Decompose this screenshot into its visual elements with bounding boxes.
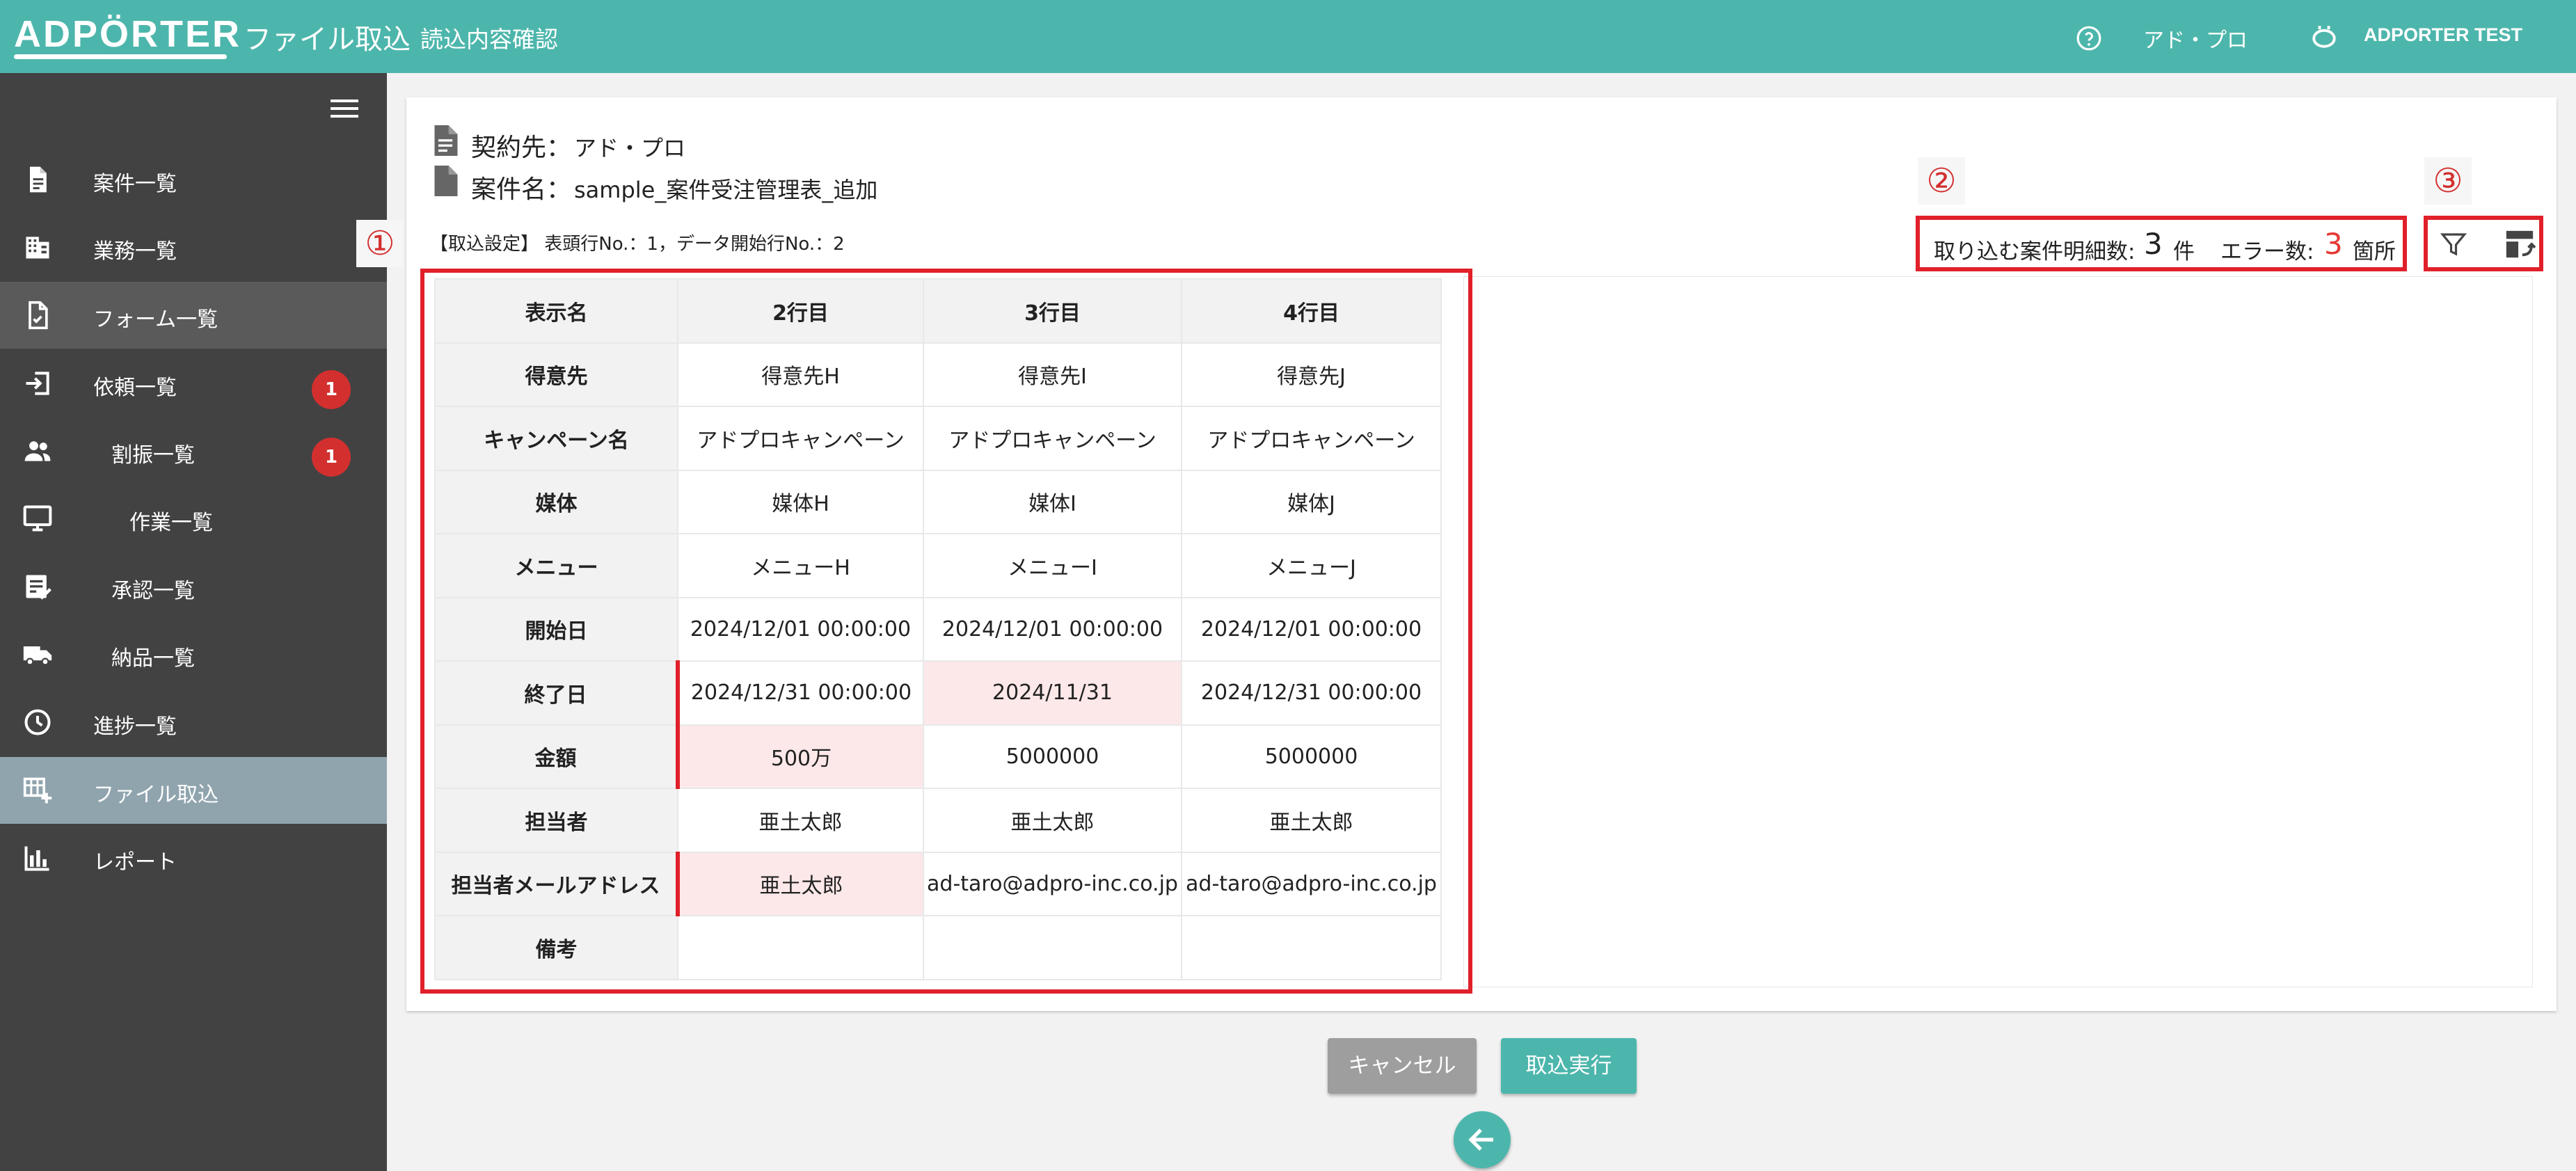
annotation-marker-3: ③	[2424, 157, 2472, 205]
sidebar-item-label: レポート	[93, 850, 177, 875]
arrow-left-icon	[1468, 1129, 1493, 1151]
sidebar-item-requests[interactable]: 依頼一覧 1	[0, 350, 387, 417]
cancel-button[interactable]: キャンセル	[1328, 1038, 1477, 1094]
table-background	[1463, 276, 2533, 987]
table-tools	[2424, 216, 2543, 271]
app-logo[interactable]: ADPÖRTER	[14, 13, 241, 56]
building-icon	[26, 237, 49, 259]
sidebar-item-projects[interactable]: 案件一覧	[0, 146, 387, 213]
clock-icon	[24, 709, 51, 735]
sidebar-item-progress[interactable]: 進捗一覧	[0, 689, 387, 756]
execute-import-button[interactable]: 取込実行	[1501, 1038, 1637, 1094]
sidebar-item-label: フォーム一覧	[93, 308, 218, 332]
sidebar-item-work[interactable]: 作業一覧	[0, 485, 387, 552]
document-icon	[30, 166, 47, 193]
sidebar-item-assignments[interactable]: 割振一覧 1	[0, 417, 387, 484]
error-count-label: エラー数:	[2220, 239, 2314, 264]
contract-label: 契約先：	[471, 134, 572, 162]
approval-icon	[26, 575, 51, 600]
page-title: ファイル取込	[244, 24, 411, 56]
top-bar: ADPÖRTER ファイル取込 読込内容確認 アド・プロ ADPORTER TE…	[0, 0, 2576, 73]
swap-columns-icon[interactable]	[2503, 228, 2536, 260]
sidebar-item-tasks[interactable]: 業務一覧	[0, 214, 387, 280]
sidebar-item-label: 業務一覧	[93, 239, 177, 264]
sidebar-item-approvals[interactable]: 承認一覧	[0, 553, 387, 620]
detail-count-unit: 件	[2173, 239, 2195, 264]
user-account-icon[interactable]	[2310, 24, 2338, 49]
sidebar-item-file-import[interactable]: ファイル取込	[0, 757, 387, 824]
sidebar-item-deliveries[interactable]: 納品一覧	[0, 621, 387, 687]
menu-toggle-icon[interactable]	[331, 99, 358, 120]
annotation-box-table	[420, 269, 1472, 994]
client-name[interactable]: アド・プロ	[2143, 23, 2248, 54]
error-count-unit: 箇所	[2353, 239, 2396, 264]
table-add-icon	[23, 777, 52, 804]
filter-icon[interactable]	[2439, 230, 2468, 259]
back-button[interactable]	[1454, 1111, 1511, 1168]
import-settings: 【取込設定】 表頭行No.：1，データ開始行No.：2	[430, 234, 845, 255]
document-icon	[434, 125, 458, 156]
sidebar-item-label: 承認一覧	[111, 579, 195, 603]
form-icon	[29, 301, 48, 330]
sidebar-item-reports[interactable]: レポート	[0, 825, 387, 891]
sidebar-item-label: ファイル取込	[93, 783, 218, 807]
project-value: sample_案件受注管理表_追加	[574, 177, 878, 203]
error-count-value: 3	[2324, 227, 2343, 261]
sidebar-item-label: 依頼一覧	[93, 376, 177, 400]
contract-value: アド・プロ	[574, 135, 686, 161]
help-icon[interactable]	[2076, 25, 2102, 51]
notification-badge: 1	[312, 370, 351, 409]
sidebar-item-label: 進捗一覧	[93, 715, 177, 739]
people-icon	[24, 441, 51, 461]
detail-count-value: 3	[2144, 227, 2163, 261]
logo-underline	[14, 54, 227, 59]
sidebar-item-label: 案件一覧	[93, 172, 177, 196]
sidebar-item-label: 作業一覧	[129, 511, 213, 535]
login-icon	[26, 372, 49, 395]
user-name[interactable]: ADPORTER TEST	[2364, 24, 2522, 46]
annotation-marker-1: ①	[356, 220, 404, 267]
annotation-marker-2: ②	[1918, 157, 1965, 205]
import-summary: 取り込む案件明細数: 3 件 エラー数: 3 箇所	[1916, 216, 2407, 271]
sidebar-item-label: 割振一覧	[111, 443, 195, 468]
page-subtitle: 読込内容確認	[420, 26, 558, 53]
truck-icon	[23, 646, 52, 666]
notification-badge: 1	[312, 438, 351, 477]
project-label: 案件名：	[471, 175, 572, 204]
sidebar-item-forms[interactable]: フォーム一覧	[0, 282, 387, 349]
document-icon	[434, 166, 458, 196]
chart-icon	[24, 846, 49, 871]
sidebar-item-label: 納品一覧	[111, 646, 195, 671]
detail-count-label: 取り込む案件明細数:	[1934, 239, 2136, 264]
monitor-icon	[23, 505, 52, 532]
